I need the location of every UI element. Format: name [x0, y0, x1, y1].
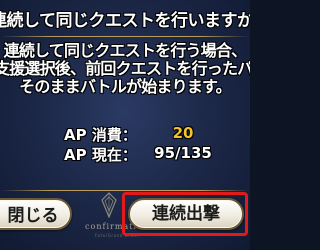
dialog-title: 連続して同じクエストを行いますか？: [0, 11, 250, 31]
emblem-icon: [101, 192, 117, 218]
message-line: 連続して同じクエストを行う場合、: [3, 41, 248, 60]
ap-current-row: AP 現在： 95/135: [64, 144, 214, 164]
message-line: そのままバトルが始まります。: [19, 77, 231, 96]
message-line: 支援選択後、前回クエストを行ったパーティ編成: [0, 59, 250, 78]
top-divider: [0, 36, 250, 37]
close-button[interactable]: 閉じる: [0, 198, 72, 230]
quest-repeat-dialog: 連続して同じクエストを行いますか？ 連続して同じクエストを行う場合、 支援選択後…: [0, 0, 250, 250]
continue-sortie-button[interactable]: 連続出撃: [128, 198, 244, 230]
ap-current-label: AP 現在：: [64, 146, 137, 164]
ap-current-value: 95/135: [154, 144, 212, 162]
ap-cost-label: AP 消費：: [64, 126, 137, 144]
ap-cost-row: AP 消費： 20: [64, 124, 214, 144]
ap-cost-value: 20: [172, 124, 194, 142]
dialog-message: 連続して同じクエストを行う場合、 支援選択後、前回クエストを行ったパーティ編成 …: [0, 42, 250, 96]
confirmation-sublabel: Fate/Grand Order: [94, 233, 140, 238]
bottom-divider: [0, 190, 250, 191]
